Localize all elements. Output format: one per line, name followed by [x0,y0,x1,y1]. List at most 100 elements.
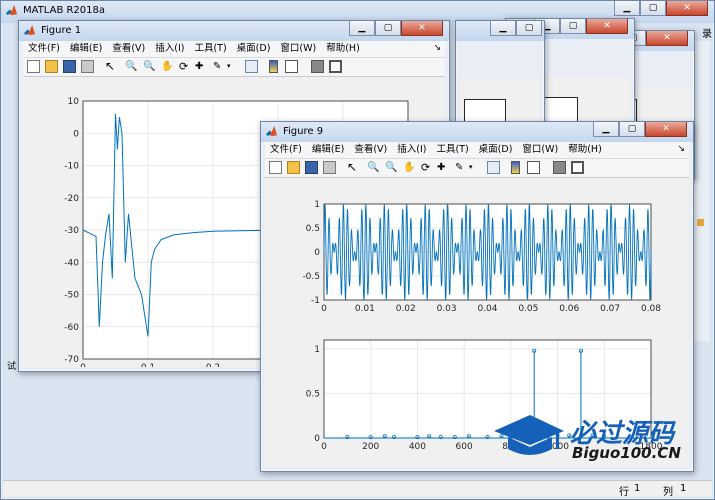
bg3-close-button[interactable]: ✕ [646,31,688,46]
figure1-menu-tools[interactable]: 工具(T) [189,41,231,57]
status-row-label: 行 [619,487,629,498]
figure9-minimize-button[interactable]: ▁ [593,122,619,137]
figure1-minimize-button[interactable]: ▁ [349,21,375,36]
panel-indicator-icon [697,219,704,226]
figure9-top-y-tick-label: 0.5 [306,224,320,234]
insert-legend-icon[interactable] [527,161,540,174]
figure1-menu-window[interactable]: 窗口(W) [275,41,321,57]
data-cursor-icon[interactable]: ✚ [437,161,450,174]
open-file-icon[interactable] [45,60,58,73]
hide-plot-tools-icon[interactable] [311,60,324,73]
figure9-menu-tools[interactable]: 工具(T) [431,142,473,158]
figure9-top-x-tick-label: 0.04 [477,304,497,314]
bg1-minimize-button[interactable]: ▁ [490,21,516,36]
main-left-edge-text: 试 [7,362,17,372]
figure9-title: Figure 9 [283,126,324,137]
figure1-x-tick-label: 0.1 [141,363,155,367]
figure1-menu-help[interactable]: 帮助(H) [321,41,365,57]
show-plot-tools-icon[interactable] [571,161,584,174]
main-maximize-button[interactable]: ▢ [640,1,666,16]
brush-dropdown-icon[interactable]: ▾ [469,161,476,174]
figure9-menu-window[interactable]: 窗口(W) [517,142,563,158]
save-icon[interactable] [305,161,318,174]
watermark-latin-text: Biguo100.CN [572,444,681,462]
brush-dropdown-icon[interactable]: ▾ [227,60,234,73]
figure9-bottom-x-tick-label: 0 [321,442,327,452]
figure9-menubar: 文件(F) 编辑(E) 查看(V) 插入(I) 工具(T) 桌面(D) 窗口(W) 帮助(H)… [265,142,689,159]
figure1-menu-file[interactable]: 文件(F) [23,41,65,57]
figure1-menu-view[interactable]: 查看(V) [107,41,150,57]
show-plot-tools-icon[interactable] [329,60,342,73]
figure1-titlebar: Figure 1 ▁ ▢ ✕ [19,21,449,41]
hide-plot-tools-icon[interactable] [553,161,566,174]
print-icon[interactable] [81,60,94,73]
data-cursor-icon[interactable]: ✚ [195,60,208,73]
figure9-close-button[interactable]: ✕ [645,122,687,137]
main-minimize-button[interactable]: ▁ [614,1,640,16]
figure9-toolbar: ↖ 🔍 🔍 ✋ ⟳ ✚ ✎ ▾ [265,159,689,178]
save-icon[interactable] [63,60,76,73]
status-col-label: 列 [663,487,673,498]
main-statusbar: 行 1 列 1 [3,480,712,498]
figure9-menu-help[interactable]: 帮助(H) [563,142,607,158]
status-row-value: 1 [634,483,641,494]
link-plot-icon[interactable] [487,161,500,174]
open-file-icon[interactable] [287,161,300,174]
figure9-menu-insert[interactable]: 插入(I) [392,142,431,158]
brush-icon[interactable]: ✎ [213,60,226,73]
bg2-maximize-button[interactable]: ▢ [560,19,586,34]
zoom-in-icon[interactable]: 🔍 [367,161,380,174]
figure9-top-x-tick-label: 0.08 [641,304,661,314]
figure9-menu-file[interactable]: 文件(F) [265,142,307,158]
bg1-maximize-button[interactable]: ▢ [516,21,542,36]
main-right-edge-text: 录 [702,29,712,40]
figure9-top-x-tick-label: 0.06 [559,304,579,314]
graduation-cap-icon [494,415,564,455]
figure9-top-y-tick-label: -1 [311,296,320,306]
pan-hand-icon[interactable]: ✋ [403,161,416,174]
rotate-3d-icon[interactable]: ⟳ [421,161,434,174]
figure1-maximize-button[interactable]: ▢ [375,21,401,36]
bg2-caption-buttons: ▁ ▢ ✕ [534,19,628,35]
watermark: 必过源码 Biguo100.CN [494,411,694,467]
figure9-menu-overflow[interactable]: ↘ [677,144,685,154]
main-close-button[interactable]: ✕ [666,1,708,16]
figure1-menu-overflow[interactable]: ↘ [433,43,441,53]
figure1-x-tick-label: 0.2 [206,363,220,367]
select-arrow-icon[interactable]: ↖ [105,60,118,73]
print-icon[interactable] [323,161,336,174]
figure9-menu-edit[interactable]: 编辑(E) [307,142,349,158]
figure9-bottom-x-tick-label: 400 [409,442,426,452]
insert-colorbar-icon[interactable] [511,161,520,174]
figure1-menu-edit[interactable]: 编辑(E) [65,41,107,57]
figure9-top-x-tick-label: 0.05 [518,304,538,314]
zoom-in-icon[interactable]: 🔍 [125,60,138,73]
figure9-top-x-tick-label: 0.02 [396,304,416,314]
rotate-3d-icon[interactable]: ⟳ [179,60,192,73]
figure-logo-icon [266,126,277,137]
pan-hand-icon[interactable]: ✋ [161,60,174,73]
figure1-y-tick-label: 10 [68,97,80,107]
select-arrow-icon[interactable]: ↖ [347,161,360,174]
figure-logo-icon [24,25,35,36]
insert-legend-icon[interactable] [285,60,298,73]
new-figure-icon[interactable] [27,60,40,73]
new-figure-icon[interactable] [269,161,282,174]
main-window-title: MATLAB R2018a [23,5,106,16]
figure9-top-y-tick-label: 1 [314,200,320,210]
figure1-close-button[interactable]: ✕ [401,21,443,36]
main-caption-buttons: ▁ ▢ ✕ [614,1,708,17]
figure1-menu-insert[interactable]: 插入(I) [150,41,189,57]
insert-colorbar-icon[interactable] [269,60,278,73]
bg2-close-button[interactable]: ✕ [586,19,628,34]
figure9-menu-desktop[interactable]: 桌面(D) [474,142,518,158]
figure1-y-tick-label: -50 [64,291,79,301]
zoom-out-icon[interactable]: 🔍 [143,60,156,73]
zoom-out-icon[interactable]: 🔍 [385,161,398,174]
figure9-menu-view[interactable]: 查看(V) [349,142,392,158]
figure9-maximize-button[interactable]: ▢ [619,122,645,137]
brush-icon[interactable]: ✎ [455,161,468,174]
figure1-menu-desktop[interactable]: 桌面(D) [232,41,276,57]
bg1-caption-buttons: ▁ ▢ [490,21,542,37]
link-plot-icon[interactable] [245,60,258,73]
